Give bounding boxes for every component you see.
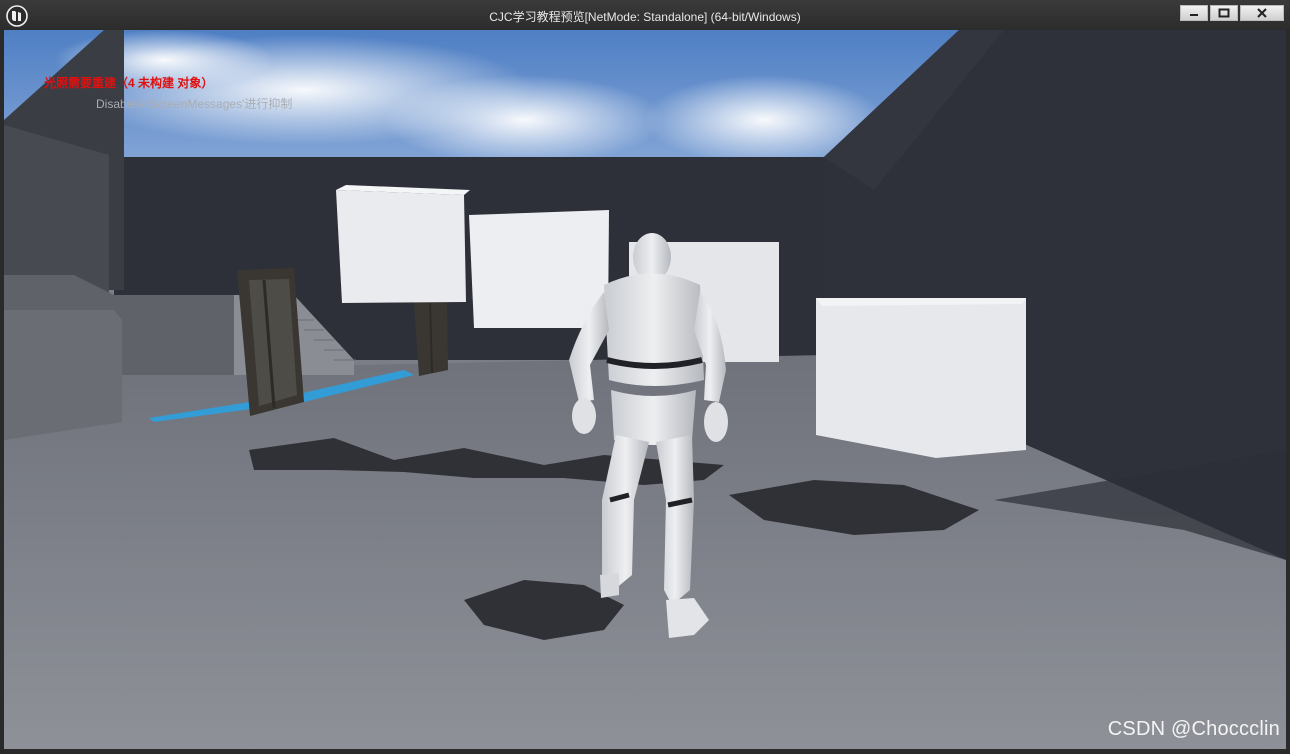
lighting-rebuild-warning: 光照需要重建（4 未构建 对象）	[44, 76, 214, 90]
csdn-watermark: CSDN @Choccclin	[1107, 718, 1280, 740]
maximize-icon	[1218, 8, 1230, 18]
window-title: CJC学习教程预览[NetMode: Standalone] (64-bit/W…	[489, 10, 801, 24]
scene-render	[4, 30, 1286, 749]
minimize-icon	[1190, 14, 1198, 16]
title-bar[interactable]: CJC学习教程预览[NetMode: Standalone] (64-bit/W…	[0, 0, 1290, 30]
suppress-messages-hint: DisableAllScreenMessages'进行抑制	[96, 97, 293, 111]
game-viewport[interactable]: 光照需要重建（4 未构建 对象） DisableAllScreenMessage…	[4, 30, 1286, 749]
minimize-button[interactable]	[1180, 5, 1208, 21]
game-window: CJC学习教程预览[NetMode: Standalone] (64-bit/W…	[0, 0, 1290, 754]
maximize-button[interactable]	[1210, 5, 1238, 21]
close-button[interactable]	[1240, 5, 1284, 21]
close-icon	[1257, 8, 1267, 18]
